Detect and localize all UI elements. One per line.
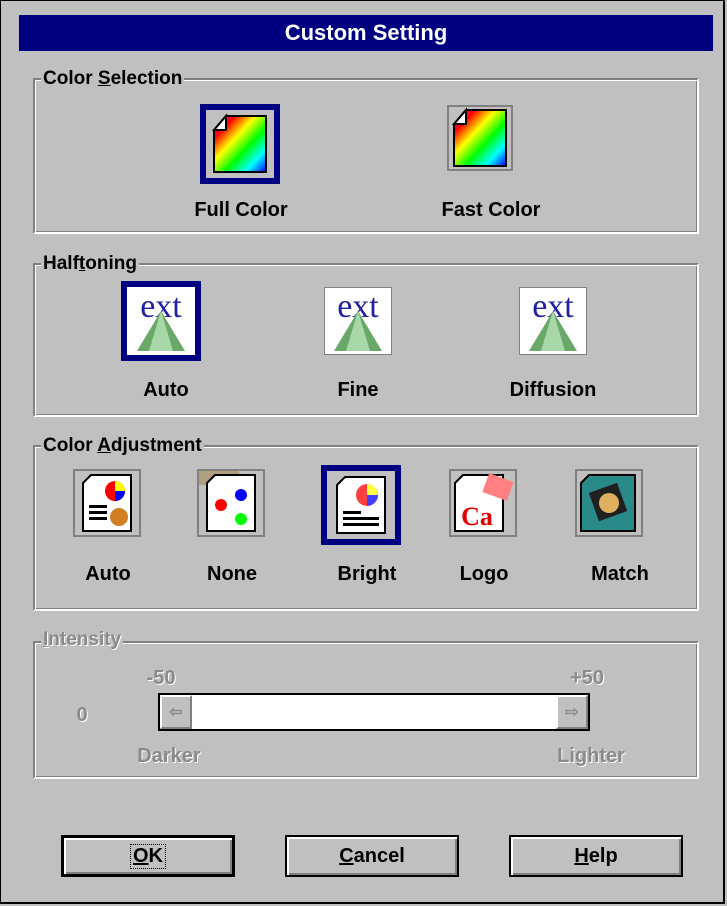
intensity-max-label: +50 xyxy=(570,667,604,689)
halftoning-diffusion-label: Diffusion xyxy=(509,379,597,401)
adjustment-auto-label: Auto xyxy=(85,563,131,585)
adjustment-auto-option[interactable] xyxy=(73,469,141,537)
intensity-min-label: -50 xyxy=(146,667,176,689)
adjustment-none-icon xyxy=(197,469,265,537)
right-arrow-icon: ⇨ xyxy=(565,704,579,721)
halftone-diffusion-icon: ext xyxy=(519,287,587,355)
intensity-legend: Intensity xyxy=(41,629,124,651)
fast-color-icon xyxy=(447,105,513,171)
color-adjustment-legend: Color Adjustment xyxy=(41,435,204,457)
svg-text:Ca: Ca xyxy=(461,502,493,531)
halftoning-diffusion-option[interactable]: ext xyxy=(519,287,587,355)
adjustment-match-icon xyxy=(575,469,643,537)
adjustment-bright-icon xyxy=(327,471,395,539)
adjustment-none-option[interactable] xyxy=(197,469,265,537)
halftone-auto-icon: ext xyxy=(127,287,195,355)
fast-color-label: Fast Color xyxy=(441,199,541,221)
darker-label: Darker xyxy=(137,745,201,767)
adjustment-match-option[interactable] xyxy=(575,469,643,537)
adjustment-logo-icon: Ca xyxy=(449,469,517,537)
intensity-value: 0 xyxy=(76,704,88,726)
ok-button[interactable]: OK xyxy=(61,835,235,877)
custom-setting-dialog: Custom Setting Color Selection Full Colo… xyxy=(0,0,725,904)
scroll-right-button[interactable]: ⇨ xyxy=(556,695,588,729)
left-arrow-icon: ⇦ xyxy=(169,704,183,721)
halftoning-auto-option[interactable]: ext xyxy=(121,281,201,361)
scroll-left-button[interactable]: ⇦ xyxy=(160,695,192,729)
halftoning-auto-label: Auto xyxy=(143,379,189,401)
adjustment-logo-label: Logo xyxy=(459,563,509,585)
color-selection-legend: Color Selection xyxy=(41,68,185,90)
full-color-option[interactable] xyxy=(200,104,280,184)
cancel-button[interactable]: Cancel xyxy=(285,835,459,877)
halftoning-fine-option[interactable]: ext xyxy=(324,287,392,355)
adjustment-bright-option[interactable] xyxy=(321,465,401,545)
adjustment-logo-option[interactable]: Ca xyxy=(449,469,517,537)
adjustment-bright-label: Bright xyxy=(337,563,397,585)
dialog-title-bar: Custom Setting xyxy=(19,15,713,51)
intensity-scrollbar[interactable]: ⇦ ⇨ xyxy=(158,693,590,731)
lighter-label: Lighter xyxy=(557,745,625,767)
full-color-label: Full Color xyxy=(194,199,288,221)
help-button[interactable]: Help xyxy=(509,835,683,877)
fast-color-option[interactable] xyxy=(446,104,514,172)
halftone-fine-icon: ext xyxy=(324,287,392,355)
color-selection-group xyxy=(33,78,699,234)
adjustment-match-label: Match xyxy=(591,563,649,585)
full-color-icon xyxy=(206,110,274,178)
halftoning-legend: Halftoning xyxy=(41,253,139,275)
halftoning-fine-label: Fine xyxy=(337,379,379,401)
adjustment-auto-icon xyxy=(73,469,141,537)
dialog-title: Custom Setting xyxy=(284,20,448,45)
adjustment-none-label: None xyxy=(207,563,257,585)
